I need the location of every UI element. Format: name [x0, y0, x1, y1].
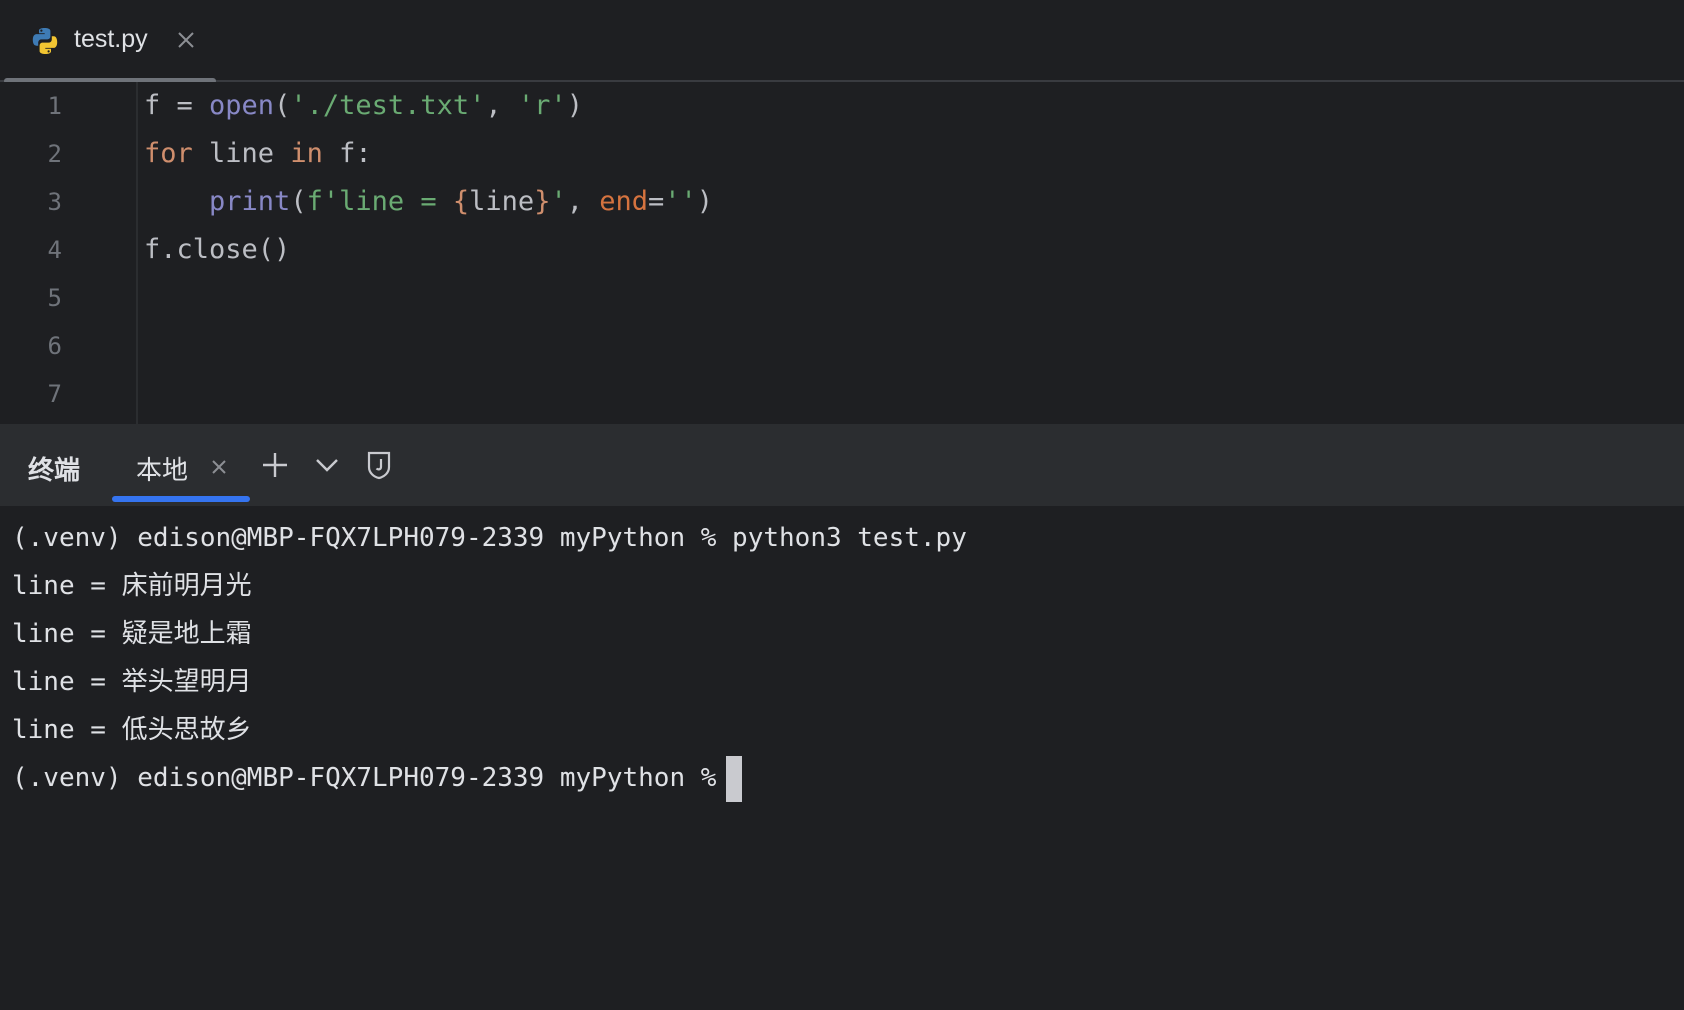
- tab-filename: test.py: [74, 25, 148, 53]
- code-token: f =: [144, 90, 210, 121]
- code-token: end: [599, 186, 649, 217]
- code-line-4[interactable]: f.close(): [144, 226, 290, 274]
- code-line-2[interactable]: for line in f:: [144, 130, 372, 178]
- line-number-gutter: 1 2 3 4 5 6 7: [0, 82, 138, 424]
- code-token: ': [550, 186, 567, 217]
- line-number: 5: [47, 284, 62, 312]
- plus-icon[interactable]: [258, 448, 292, 482]
- line-number: 7: [47, 380, 62, 408]
- code-token: =: [648, 186, 665, 217]
- code-token: ): [566, 90, 583, 121]
- code-editor[interactable]: 1 2 3 4 5 6 7 f = open('./test.txt', 'r'…: [0, 82, 1684, 424]
- code-token: (: [274, 90, 291, 121]
- editor-tab-test-py[interactable]: test.py: [4, 0, 216, 84]
- line-number: 2: [47, 140, 62, 168]
- terminal-line: line = 疑是地上霜: [12, 619, 252, 649]
- code-token: (: [290, 186, 307, 217]
- code-token: line: [192, 138, 291, 169]
- code-token: in: [290, 138, 323, 169]
- line-number: 3: [47, 188, 62, 216]
- code-token: }: [534, 186, 551, 217]
- terminal-title: 终端: [28, 455, 81, 485]
- code-token: './test.txt': [290, 90, 486, 121]
- terminal-line: line = 床前明月光: [12, 571, 252, 601]
- line-number: 4: [47, 236, 62, 264]
- code-token: {: [452, 186, 470, 217]
- active-tab-indicator: [112, 496, 250, 502]
- code-token: print: [209, 186, 291, 217]
- line-number: 1: [47, 92, 62, 120]
- terminal-tab-label: 本地: [136, 455, 189, 485]
- code-token: f:: [322, 138, 372, 169]
- terminal-cursor: [726, 755, 743, 802]
- python-icon: [32, 28, 58, 54]
- close-icon[interactable]: [208, 456, 230, 478]
- code-token: 'r': [517, 90, 567, 121]
- editor-tab-bar: test.py: [0, 0, 1684, 84]
- code-token: open: [209, 90, 275, 121]
- code-token: '': [664, 186, 697, 217]
- terminal-line: (.venv) edison@MBP-FQX7LPH079-2339 myPyt…: [12, 523, 967, 553]
- terminal-header: 终端 本地: [0, 424, 1684, 506]
- code-token: f.close(): [144, 234, 291, 265]
- terminal-line: line = 低头思故乡: [12, 715, 252, 745]
- code-line-1[interactable]: f = open('./test.txt', 'r'): [144, 82, 583, 130]
- terminal-tab-local[interactable]: 本地: [112, 424, 250, 506]
- code-token: line: [469, 186, 535, 217]
- close-icon[interactable]: [174, 28, 198, 52]
- terminal-prompt[interactable]: (.venv) edison@MBP-FQX7LPH079-2339 myPyt…: [12, 754, 743, 802]
- terminal-output[interactable]: (.venv) edison@MBP-FQX7LPH079-2339 myPyt…: [0, 506, 1684, 1010]
- terminal-line: line = 举头望明月: [12, 667, 252, 697]
- code-token: ,: [566, 186, 600, 217]
- code-token: ,: [485, 90, 518, 121]
- code-token: f'line =: [306, 186, 453, 217]
- line-number: 6: [47, 332, 62, 360]
- code-line-3[interactable]: print(f'line = {line}', end=''): [144, 178, 713, 226]
- chevron-down-icon[interactable]: [310, 448, 344, 482]
- code-token: for: [144, 138, 193, 169]
- code-token: ): [696, 186, 714, 217]
- prompt-text: (.venv) edison@MBP-FQX7LPH079-2339 myPyt…: [12, 763, 717, 793]
- shield-icon[interactable]: [362, 448, 396, 482]
